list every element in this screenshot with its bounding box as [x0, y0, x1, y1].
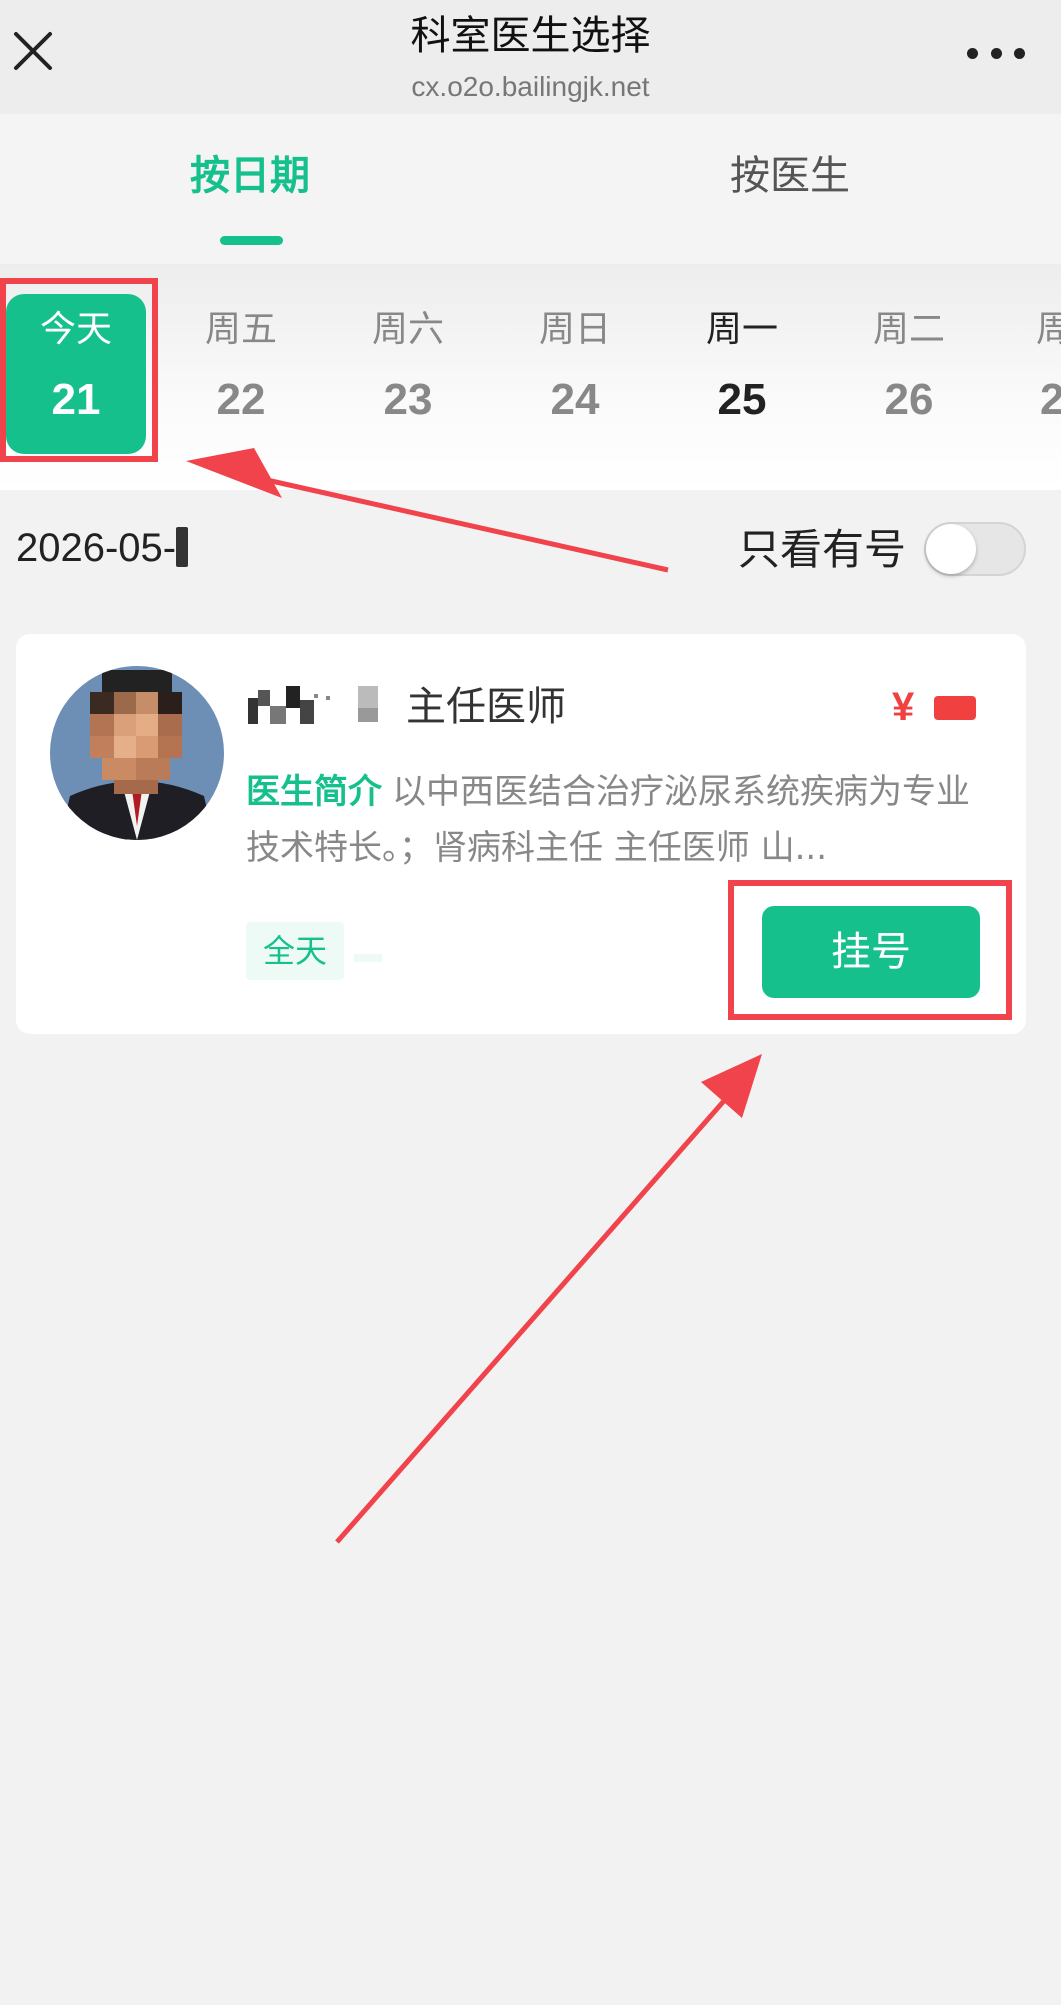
- doctor-avatar: [50, 666, 224, 840]
- date-day: 22: [216, 375, 266, 424]
- annotation-highlight-today: [0, 278, 158, 462]
- active-tab-indicator: [220, 236, 283, 245]
- date-weekday: 周: [1036, 309, 1061, 350]
- date-item[interactable]: 周 2: [1006, 294, 1061, 454]
- date-item[interactable]: 周二 26: [839, 294, 979, 454]
- arrow-head-register: [701, 1054, 762, 1118]
- date-item[interactable]: 周一 25: [672, 294, 812, 454]
- date-weekday: 周五: [204, 309, 277, 350]
- price-redacted: [934, 696, 976, 720]
- date-weekday: 周日: [538, 309, 611, 350]
- available-only-toggle[interactable]: [924, 522, 1026, 576]
- schedule-tag-extra: [354, 954, 382, 962]
- schedule-tag: 全天: [246, 922, 344, 980]
- date-day: 23: [383, 375, 433, 424]
- intro-label: 医生简介: [246, 772, 382, 812]
- date-item[interactable]: 周日 24: [505, 294, 645, 454]
- date-weekday: 周二: [872, 309, 945, 350]
- date-day: 24: [550, 375, 600, 424]
- doctor-intro: 医生简介 以中西医结合治疗泌尿系统疾病为专业技术特长。；肾病科主任 主任医师 山.…: [246, 764, 986, 876]
- doctor-name-redacted: [248, 680, 378, 724]
- date-item[interactable]: 周五 22: [171, 294, 311, 454]
- available-only-label: 只看有号: [738, 525, 907, 574]
- date-selector: 今天 21 周五 22 周六 23 周日 24 周一 25 周二 26 周 2: [0, 264, 1061, 490]
- date-day: 2: [1040, 375, 1061, 424]
- selected-date-label: 2026-05-: [16, 520, 189, 576]
- page-url: cx.o2o.bailingjk.net: [411, 71, 650, 102]
- view-tabs: 按日期 按医生: [0, 114, 1061, 264]
- page-title: 科室医生选择: [410, 13, 651, 59]
- date-day: 26: [884, 375, 934, 424]
- tab-by-date[interactable]: 按日期: [190, 148, 310, 204]
- date-item[interactable]: 周六 23: [338, 294, 478, 454]
- title-bar: 科室医生选择 cx.o2o.bailingjk.net: [0, 0, 1061, 114]
- annotation-highlight-register: [728, 880, 1012, 1020]
- date-day: 25: [717, 375, 767, 424]
- tab-by-doctor[interactable]: 按医生: [730, 148, 850, 204]
- price-symbol: ¥: [892, 685, 915, 729]
- doctor-title: 主任医师: [406, 684, 566, 730]
- date-weekday: 周六: [371, 309, 444, 350]
- more-dots-icon[interactable]: [967, 48, 1025, 62]
- date-weekday: 周一: [705, 309, 778, 350]
